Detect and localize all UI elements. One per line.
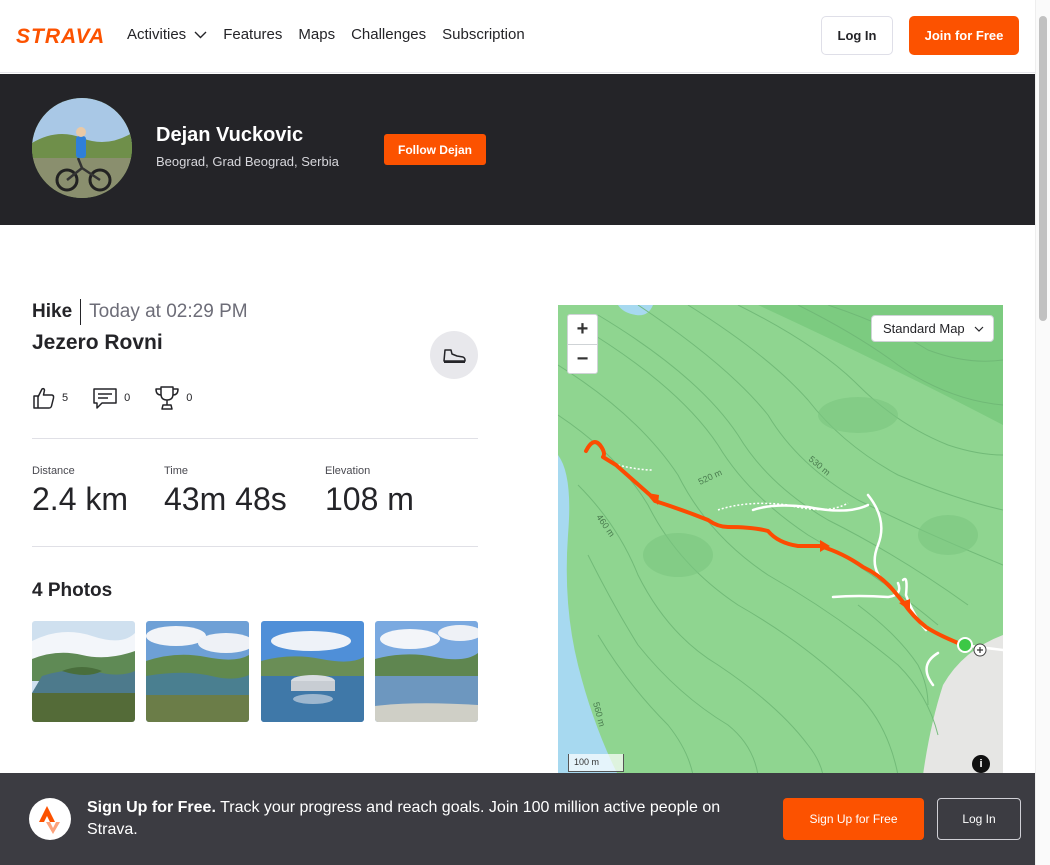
route-map[interactable]: 520 m 530 m 460 m 560 m + − Standard Map… [558, 305, 1003, 775]
nav-activities[interactable]: Activities [127, 24, 207, 46]
comments-count: 0 [124, 392, 131, 404]
thumbs-up-icon [33, 387, 55, 409]
page: STRAVA Activities Features Maps Challeng… [0, 0, 1050, 865]
stat-label: Elevation [325, 465, 371, 477]
photo-thumbnail[interactable] [146, 621, 249, 722]
activity-title: Jezero Rovni [32, 331, 163, 354]
strava-logo[interactable]: STRAVA [16, 25, 111, 50]
stat-distance: Distance 2.4 km [32, 465, 128, 518]
stat-time: Time 43m 48s [164, 465, 287, 518]
signup-message: Sign Up for Free. Track your progress an… [87, 797, 747, 841]
achievements-button[interactable]: 0 [154, 385, 192, 411]
info-icon[interactable]: i [972, 755, 990, 773]
gear-shoe-button[interactable] [430, 331, 478, 379]
signup-button[interactable]: Sign Up for Free [783, 798, 924, 840]
map-style-label: Standard Map [883, 321, 965, 336]
banner-login-button[interactable]: Log In [937, 798, 1021, 840]
strava-badge-icon [29, 798, 71, 840]
scrollbar-thumb[interactable] [1039, 16, 1047, 321]
stat-label: Distance [32, 465, 75, 477]
nav-links: Activities Features Maps Challenges Subs… [127, 24, 541, 46]
athlete-header: Dejan Vuckovic Beograd, Grad Beograd, Se… [0, 74, 1035, 225]
stat-value: 108 m [325, 481, 414, 517]
zoom-in-button[interactable]: + [568, 315, 597, 344]
join-button[interactable]: Join for Free [909, 16, 1019, 55]
nav-activities-label: Activities [127, 26, 187, 43]
map-zoom-controls: + − [567, 314, 598, 374]
signup-banner: Sign Up for Free. Track your progress an… [0, 773, 1035, 865]
photo-thumbnail[interactable] [261, 621, 364, 722]
kudos-button[interactable]: 5 [32, 386, 68, 410]
kudos-count: 5 [62, 392, 69, 404]
map-style-select[interactable]: Standard Map [871, 315, 994, 342]
comment-icon [93, 388, 117, 409]
nav-maps[interactable]: Maps [298, 24, 335, 46]
stat-value: 43m 48s [164, 481, 287, 517]
nav-challenges[interactable]: Challenges [351, 24, 426, 46]
comments-button[interactable]: 0 [92, 386, 130, 410]
activity-date: Today at 02:29 PM [89, 301, 248, 322]
divider [32, 546, 478, 547]
chevron-down-icon [974, 326, 984, 332]
social-actions: 5 0 0 [32, 385, 216, 411]
photo-thumbnail[interactable] [375, 621, 478, 722]
activity-header: Hike Today at 02:29 PM [32, 299, 248, 325]
activity-type: Hike [32, 299, 82, 325]
stat-label: Time [164, 465, 189, 477]
page-scrollbar[interactable] [1035, 0, 1050, 865]
divider [32, 438, 478, 439]
follow-button[interactable]: Follow Dejan [384, 134, 486, 165]
trophy-icon [155, 386, 179, 410]
athlete-avatar[interactable] [32, 98, 132, 198]
stat-elevation: Elevation 108 m [325, 465, 414, 518]
shoe-icon [443, 349, 466, 363]
photos-title: 4 Photos [32, 580, 113, 601]
photo-thumbnail[interactable] [32, 621, 135, 722]
nav-subscription[interactable]: Subscription [442, 24, 525, 46]
chevron-down-icon [194, 31, 207, 39]
map-scale: 100 m [568, 754, 624, 772]
stat-value: 2.4 km [32, 481, 129, 517]
athlete-location: Beograd, Grad Beograd, Serbia [156, 154, 339, 169]
login-button[interactable]: Log In [821, 16, 893, 55]
nav-features[interactable]: Features [223, 24, 282, 46]
zoom-out-button[interactable]: − [568, 344, 597, 373]
svg-text:STRAVA: STRAVA [16, 26, 105, 45]
achievements-count: 0 [186, 392, 193, 404]
signup-heading: Sign Up for Free. [87, 799, 216, 816]
top-navigation: STRAVA Activities Features Maps Challeng… [0, 0, 1035, 73]
athlete-name[interactable]: Dejan Vuckovic [156, 124, 303, 147]
